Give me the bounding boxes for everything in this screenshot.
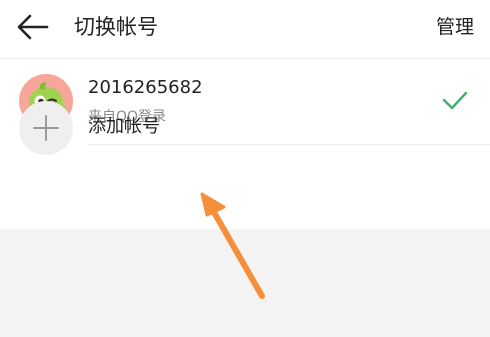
account-id: 2016265682 [88, 77, 203, 98]
selected-checkmark [441, 89, 469, 113]
arrow-left-icon [17, 14, 49, 40]
add-account-button[interactable] [19, 101, 73, 155]
app-header: 切换帐号 管理 [0, 0, 490, 59]
annotation-arrow [190, 185, 280, 305]
account-row[interactable]: 2016265682 来自QQ登录 [0, 59, 490, 144]
back-button[interactable] [16, 13, 50, 41]
checkmark-icon [442, 91, 468, 110]
page-title: 切换帐号 [74, 15, 158, 39]
manage-button[interactable]: 管理 [436, 12, 474, 42]
arrow-pointer-icon [200, 192, 265, 299]
add-account-label: 添加帐号 [88, 116, 160, 137]
plus-icon [33, 115, 59, 141]
